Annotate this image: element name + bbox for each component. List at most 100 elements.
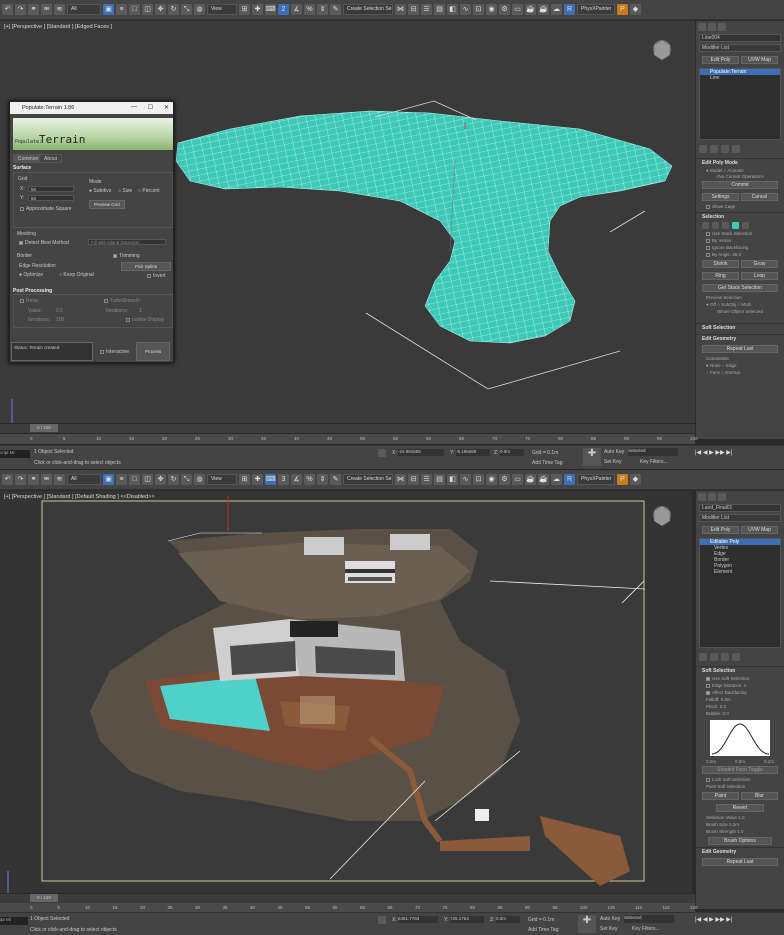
render-frame-icon[interactable]: ▭: [512, 4, 523, 15]
edit-poly-button[interactable]: Edit Poly: [702, 526, 739, 534]
time-slider-bottom[interactable]: 0 / 120: [0, 893, 695, 903]
repeat-last-button[interactable]: Repeat Last: [702, 345, 778, 353]
edge-icon[interactable]: [712, 222, 719, 229]
create-tab-icon[interactable]: [698, 493, 706, 501]
place-icon[interactable]: ◍: [194, 474, 205, 485]
hierarchy-tab-icon[interactable]: [718, 493, 726, 501]
subdivs-radio[interactable]: ● Subdivs: [89, 188, 111, 194]
ring-button[interactable]: Ring: [702, 272, 739, 280]
snap-icon[interactable]: 2: [278, 4, 289, 15]
z-coord-field[interactable]: 0.0m: [496, 916, 520, 923]
set-key-button[interactable]: Set Key: [600, 926, 618, 932]
curve-editor-icon[interactable]: ∿: [460, 474, 471, 485]
vertex-icon[interactable]: [702, 222, 709, 229]
brush-strength-row[interactable]: Brush Strength 1.0: [696, 828, 784, 835]
angle-value[interactable]: 45.0: [732, 252, 741, 257]
stack-item[interactable]: Line: [700, 75, 780, 81]
by-angle-checkbox[interactable]: By Angle: 45.0: [696, 251, 784, 258]
modifier-list-dropdown[interactable]: Modifier List: [699, 44, 781, 52]
maximize-icon[interactable]: ☐: [148, 104, 153, 111]
move-icon[interactable]: ✥: [155, 4, 166, 15]
lock-selection-icon[interactable]: [378, 916, 386, 924]
align-icon[interactable]: ⊟: [408, 474, 419, 485]
ref-coord-dropdown[interactable]: View: [207, 4, 237, 15]
model-radio[interactable]: ● Model ○ Animate: [696, 167, 784, 174]
material-editor-icon[interactable]: ◉: [486, 4, 497, 15]
modify-tab-icon[interactable]: [708, 23, 716, 31]
select-by-name-icon[interactable]: ≡: [116, 474, 127, 485]
viewport-bottom[interactable]: [+] [Perspective ] [Standard ] [Default …: [0, 491, 692, 893]
auto-key-button[interactable]: Auto Key: [604, 449, 624, 455]
maxscript-listener[interactable]: ipt Mi: [0, 917, 28, 925]
y-input[interactable]: 50: [28, 195, 74, 201]
object-name-field[interactable]: Line004: [699, 34, 781, 42]
select-object-icon[interactable]: ▣: [103, 4, 114, 15]
revert-button[interactable]: Revert: [716, 804, 764, 812]
optimize-radio[interactable]: ● Optimize: [19, 272, 43, 278]
window-crossing-icon[interactable]: ◫: [142, 474, 153, 485]
selection-value-value[interactable]: 1.0: [738, 815, 744, 820]
polygon-icon[interactable]: [732, 222, 739, 229]
keep-original-radio[interactable]: ○ Keep Original: [59, 272, 94, 278]
edit-named-sel-icon[interactable]: ✎: [330, 474, 341, 485]
tab-physxpainter[interactable]: PhysXPainter: [577, 4, 615, 15]
z-coord-field[interactable]: 0.0m: [500, 449, 524, 456]
link-icon[interactable]: ⚭: [28, 4, 39, 15]
loop-button[interactable]: Loop: [741, 272, 778, 280]
brush-options-button[interactable]: Brush Options: [708, 837, 772, 845]
rect-region-icon[interactable]: □: [129, 474, 140, 485]
plugin2-icon[interactable]: ◆: [630, 4, 641, 15]
selection-filter-dropdown[interactable]: All: [67, 4, 101, 15]
brush-strength-value[interactable]: 1.0: [737, 829, 743, 834]
rotate-icon[interactable]: ↻: [168, 4, 179, 15]
preview-radios[interactable]: ● Off ○ SubObj ○ Multi: [696, 301, 784, 308]
mirror-icon[interactable]: ⋈: [395, 4, 406, 15]
add-time-tag[interactable]: Add Time Tag: [528, 927, 558, 933]
render-frame-icon[interactable]: ▭: [512, 474, 523, 485]
affect-bf-checkbox[interactable]: Affect Backfacing: [696, 689, 784, 696]
show-end-icon[interactable]: [710, 145, 718, 153]
redo-icon[interactable]: ↷: [15, 4, 26, 15]
key-selection-dropdown[interactable]: Selected: [628, 448, 678, 456]
render-setup-icon[interactable]: ⚙: [499, 4, 510, 15]
maxscript-icon[interactable]: R: [564, 4, 575, 15]
layer-icon[interactable]: ☰: [421, 474, 432, 485]
make-unique-icon[interactable]: [721, 653, 729, 661]
interactive-checkbox[interactable]: Interactive: [100, 349, 129, 355]
percent-snap-icon[interactable]: %: [304, 474, 315, 485]
commit-button[interactable]: Commit: [702, 181, 778, 189]
keyboard-shortcut-icon[interactable]: ⌨: [265, 474, 276, 485]
shaded-face-toggle-button[interactable]: Shaded Face Toggle: [702, 766, 778, 774]
time-slider-top[interactable]: 0 / 100: [0, 423, 695, 433]
lock-soft-checkbox[interactable]: Lock Soft Selection: [696, 776, 784, 783]
y-coord-field[interactable]: -5.185669: [456, 449, 490, 456]
paint-button[interactable]: Paint: [702, 792, 739, 800]
uvw-map-button[interactable]: UVW Map: [741, 56, 778, 64]
render-setup-icon[interactable]: ⚙: [499, 474, 510, 485]
constraint-radios-1[interactable]: ● None ○ Edge: [696, 362, 784, 369]
set-key-icon[interactable]: ✚: [578, 915, 596, 933]
spinner-snap-icon[interactable]: ⇕: [317, 474, 328, 485]
stack-item[interactable]: Element: [700, 569, 780, 575]
selection-value-row[interactable]: Selection Value 1.0: [696, 814, 784, 821]
isoline-checkbox[interactable]: Isoline Display: [126, 317, 164, 323]
render-icon[interactable]: ☕: [525, 4, 536, 15]
ref-coord-dropdown[interactable]: View: [207, 474, 237, 485]
hierarchy-tab-icon[interactable]: [718, 23, 726, 31]
scale-icon[interactable]: ⤡: [181, 4, 192, 15]
fill-method-dropdown[interactable]: Fill with Island Detection: [88, 239, 166, 245]
show-end-icon[interactable]: [710, 653, 718, 661]
shrink-button[interactable]: Shrink: [702, 260, 739, 268]
surface-header[interactable]: Surface: [13, 165, 173, 171]
unlink-icon[interactable]: ⚮: [41, 474, 52, 485]
render-icon[interactable]: ☕: [525, 474, 536, 485]
link-icon[interactable]: ⚭: [28, 474, 39, 485]
trimming-checkbox[interactable]: Trimming: [113, 253, 140, 259]
ts-iterations-field[interactable]: 1: [139, 308, 142, 314]
edge-distance-row[interactable]: Edge Distance: 1: [696, 682, 784, 689]
edit-poly-button[interactable]: Edit Poly: [702, 56, 739, 64]
grow-button[interactable]: Grow: [741, 260, 778, 268]
scene-explorer-icon[interactable]: ▤: [434, 4, 445, 15]
select-manipulate-icon[interactable]: ✚: [252, 474, 263, 485]
soft-selection-header[interactable]: Soft Selection: [696, 666, 784, 675]
